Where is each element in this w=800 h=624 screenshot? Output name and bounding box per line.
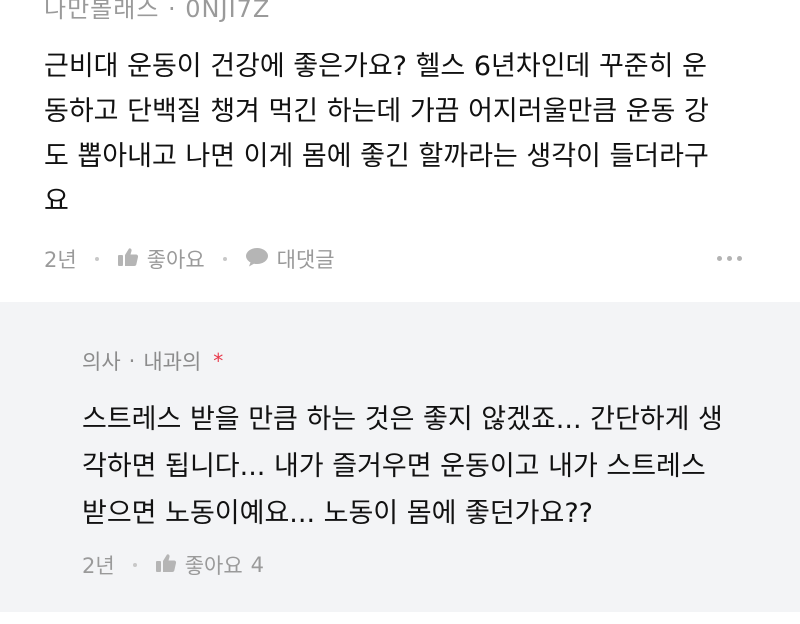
reply-button[interactable]: 대댓글 — [245, 244, 335, 274]
comment-line: 도 뽑아내고 나면 이게 몸에 좋긴 할까라는 생각이 들더라구 — [44, 141, 709, 172]
comment-line: 동하고 단백질 챙겨 먹긴 하는데 가끔 어지러울만큼 운동 강 — [44, 96, 709, 127]
more-dots-icon[interactable] — [717, 256, 742, 261]
author-role: 의사 — [82, 350, 121, 374]
separator-dot — [132, 563, 137, 567]
reply-line: 각하면 됩니다... 내가 즐거우면 운동이고 내가 스트레스 — [82, 451, 706, 482]
comment-line: 요 — [44, 186, 69, 217]
like-button[interactable]: 좋아요 4 — [155, 550, 264, 580]
author-dept: 내과의 — [143, 350, 202, 374]
comment-meta: 2년 좋아요 대댓글 — [44, 244, 756, 274]
reply-body: 스트레스 받을 만큼 하는 것은 좋지 않겠죠... 간단하게 생 각하면 됩니… — [82, 396, 782, 537]
reply-time: 2년 — [82, 554, 115, 578]
thumbs-up-icon — [117, 247, 139, 272]
verified-badge: * — [213, 349, 224, 373]
thumbs-up-icon — [155, 553, 177, 578]
comment-body: 근비대 운동이 건강에 좋은가요? 헬스 6년차인데 꾸준히 운 동하고 단백질… — [44, 44, 764, 224]
comment-time: 2년 — [44, 248, 77, 272]
comment-thread: 나만볼래스 · 0NJI7Z 근비대 운동이 건강에 좋은가요? 헬스 6년차인… — [0, 0, 800, 624]
like-label: 좋아요 — [146, 248, 205, 272]
speech-bubble-icon — [245, 247, 269, 272]
reply-comment: 의사 · 내과의 * 스트레스 받을 만큼 하는 것은 좋지 않겠죠... 간단… — [0, 302, 800, 612]
reply-author: 의사 · 내과의 * — [82, 346, 223, 376]
like-label: 좋아요 — [184, 554, 243, 578]
like-count: 4 — [250, 553, 265, 577]
comment-line: 근비대 운동이 건강에 좋은가요? 헬스 6년차인데 꾸준히 운 — [44, 51, 707, 82]
separator-dot — [222, 257, 227, 261]
reply-label: 대댓글 — [276, 248, 335, 272]
separator-dot: · — [128, 349, 136, 373]
separator-dot — [94, 257, 99, 261]
divider — [0, 612, 800, 624]
reply-line: 받으면 노동이예요... 노동이 몸에 좋던가요?? — [82, 498, 594, 529]
like-button[interactable]: 좋아요 — [117, 244, 205, 274]
reply-meta: 2년 좋아요 4 — [82, 550, 264, 580]
comment-author: 나만볼래스 · 0NJI7Z — [44, 0, 271, 23]
comment: 나만볼래스 · 0NJI7Z 근비대 운동이 건강에 좋은가요? 헬스 6년차인… — [0, 0, 800, 300]
reply-line: 스트레스 받을 만큼 하는 것은 좋지 않겠죠... 간단하게 생 — [82, 404, 723, 435]
